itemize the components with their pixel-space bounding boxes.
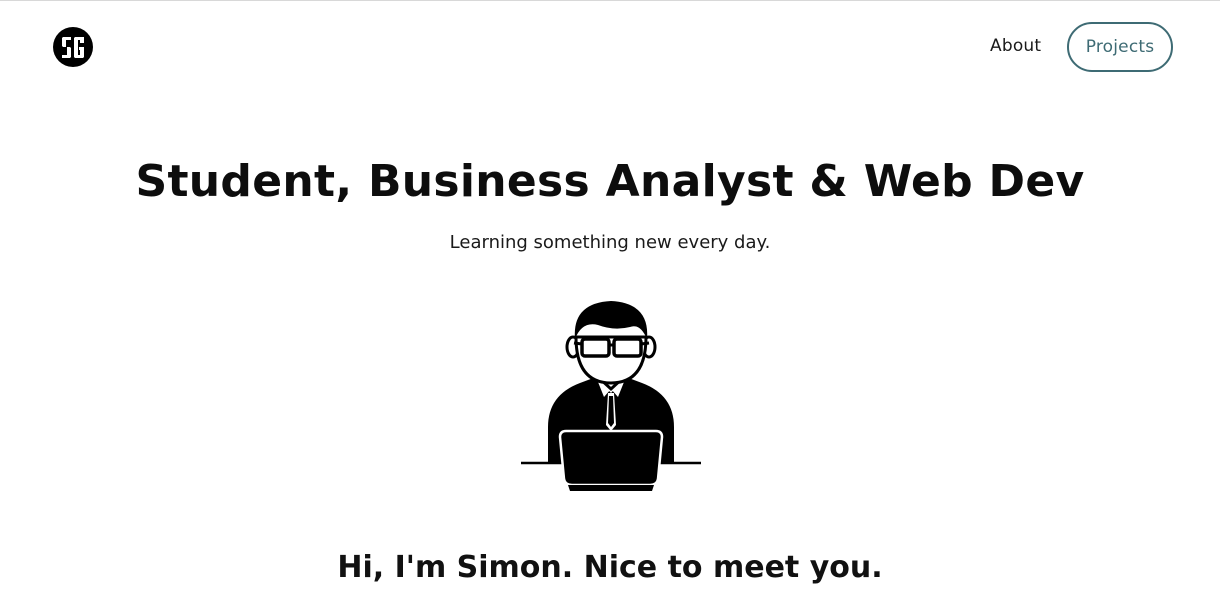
intro-heading: Hi, I'm Simon. Nice to meet you. [337,550,883,585]
nav-about-link[interactable]: About [990,36,1041,56]
developer-at-laptop-icon [521,301,701,491]
hero-subtitle: Learning something new every day. [449,232,771,253]
hero-title: Student, Business Analyst & Web Dev [135,156,1085,207]
nav-projects-label: Projects [1085,37,1155,57]
logo-icon[interactable] [52,26,94,68]
page: About Projects Student, Business Analyst… [0,0,1220,590]
nav-projects-button[interactable]: Projects [1067,22,1173,72]
